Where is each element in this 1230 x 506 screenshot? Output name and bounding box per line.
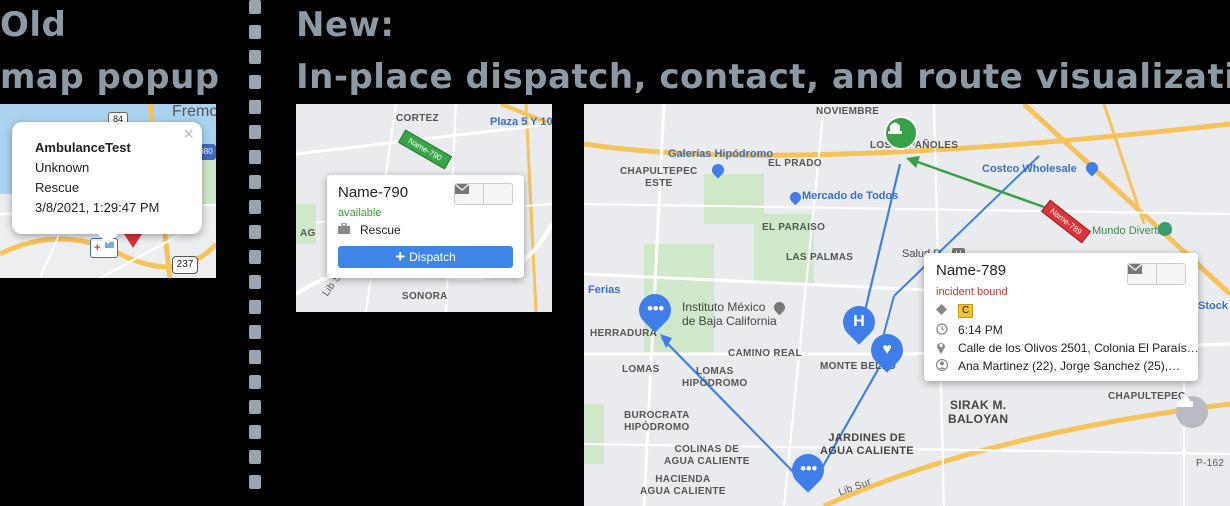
ferias-label: Ferias xyxy=(588,284,621,296)
chapultepec-label: CHAPULTEPEC xyxy=(1108,391,1186,402)
old-popup: × AmbulanceTest Unknown Rescue 3/8/2021,… xyxy=(12,122,202,244)
vehicle-status: incident bound xyxy=(936,286,1008,298)
sonora-label: SONORA xyxy=(402,291,448,302)
old-section-title: Old map popup xyxy=(0,2,220,100)
red-location-marker-icon[interactable] xyxy=(124,234,142,248)
dispatch-label: Dispatch xyxy=(409,250,456,264)
lomas-hipodromo-label: LOMAS HIPÓDROMO xyxy=(682,366,748,389)
burocrata-label: BUROCRATA HIPÓDROMO xyxy=(624,410,690,433)
popup-status: Unknown xyxy=(35,160,90,175)
mercado-label: Mercado de Todos xyxy=(802,190,899,202)
las-palmas-label: LAS PALMAS xyxy=(786,252,854,263)
jardines-label: JARDINES DE AGUA CALIENTE xyxy=(820,432,914,457)
new-section-title: New: In-place dispatch, contact, and rou… xyxy=(296,2,1230,100)
vehicle-name: Name-789 xyxy=(936,262,1007,279)
herradura-label: HERRADURA xyxy=(590,328,658,339)
plus-icon: + xyxy=(395,247,406,266)
more-icon: ••• xyxy=(647,300,665,318)
new-title-line1: New: xyxy=(296,5,395,45)
park-pin-icon xyxy=(1158,222,1172,236)
new-title-line2: In-place dispatch, contact, and route vi… xyxy=(296,57,1230,97)
noviembre-label: NOVIEMBRE xyxy=(816,106,880,117)
camino-real-label: CAMINO REAL xyxy=(728,348,802,359)
route-map[interactable]: NOVIEMBRE LOS ESPAÑOLES Costco Wholesale… xyxy=(584,104,1230,506)
costco-label: Costco Wholesale xyxy=(982,163,1077,175)
time-row: 6:14 PM xyxy=(936,323,1003,337)
dispatch-card-790: Name-790 available Rescue + Dispatch xyxy=(327,175,524,278)
small-map[interactable]: CORTEZ Plaza 5 Y 10 SONORA AG Lib Sur Na… xyxy=(296,104,552,312)
stock-label: Stock xyxy=(1198,300,1228,312)
siren-icon xyxy=(888,122,902,134)
clock-icon xyxy=(936,323,950,337)
popup-timestamp: 3/8/2021, 1:29:47 PM xyxy=(35,200,160,215)
incident-siren-marker[interactable] xyxy=(884,116,918,150)
old-map[interactable]: Fremo 84 880 237 + × AmbulanceTest Unkno… xyxy=(0,104,216,278)
incident-address: Calle de los Olivos 2501, Colonia El Par… xyxy=(958,341,1199,355)
vehicle-status: available xyxy=(338,207,382,219)
message-icon[interactable] xyxy=(1128,264,1185,284)
route-237-badge: 237 xyxy=(172,256,198,274)
section-divider xyxy=(249,0,261,506)
car-icon xyxy=(1177,397,1193,407)
p162-label: P-162 xyxy=(1196,458,1225,469)
patient-list: Ana Martinez (22), Jorge Sanchez (25),… xyxy=(958,359,1181,373)
contact-button-group xyxy=(454,183,513,205)
car-marker[interactable] xyxy=(1176,396,1208,428)
old-title-line2: map popup xyxy=(0,57,220,97)
plaza-label: Plaza 5 Y 10 xyxy=(490,116,552,128)
incident-card-789: Name-789 incident bound C 6:14 PM Calle … xyxy=(924,253,1199,381)
el-prado-label: EL PRADO xyxy=(768,158,822,169)
chapultepec-este-label: CHAPULTEPEC ESTE xyxy=(620,166,698,189)
address-row: Calle de los Olivos 2501, Colonia El Par… xyxy=(936,341,1199,355)
more-icon: ••• xyxy=(800,460,818,478)
priority-diamond-icon xyxy=(936,304,950,318)
close-icon[interactable]: × xyxy=(183,124,194,145)
hacienda-label: HACIENDA AGUA CALIENTE xyxy=(640,474,726,497)
dispatch-button[interactable]: + Dispatch xyxy=(338,246,513,268)
cortez-label: CORTEZ xyxy=(396,113,439,124)
instituto-label: Instituto México de Baja California xyxy=(682,300,777,328)
el-paraiso-label: EL PARAISO xyxy=(762,222,826,233)
incident-time: 6:14 PM xyxy=(958,323,1003,337)
fremont-label: Fremo xyxy=(172,104,216,120)
patient-marker[interactable]: ♥ xyxy=(864,327,910,373)
lomas-label: LOMAS xyxy=(622,364,660,375)
location-pin-icon xyxy=(936,341,950,355)
briefcase-icon xyxy=(338,223,352,237)
contact-button-group xyxy=(1127,263,1186,285)
galerias-label: Galerías Hipódromo xyxy=(668,148,774,160)
broken-heart-icon: ♥ xyxy=(882,341,892,358)
person-icon xyxy=(936,359,950,373)
vehicle-type: Rescue xyxy=(360,223,401,237)
vehicle-name: Name-790 xyxy=(338,184,409,201)
popup-type: Rescue xyxy=(35,180,80,195)
colinas-label: COLINAS DE AGUA CALIENTE xyxy=(664,444,750,467)
patients-row: Ana Martinez (22), Jorge Sanchez (25),… xyxy=(936,359,1180,373)
ag-label: AG xyxy=(300,228,316,239)
vehicle-type-row: Rescue xyxy=(338,223,401,237)
message-icon[interactable] xyxy=(455,184,512,204)
popup-vehicle-name: AmbulanceTest xyxy=(35,140,131,155)
old-title-line1: Old xyxy=(0,5,67,45)
sirak-label: SIRAK M. BALOYAN xyxy=(948,398,1009,426)
priority-row: C xyxy=(936,304,974,318)
priority-badge: C xyxy=(958,304,974,318)
